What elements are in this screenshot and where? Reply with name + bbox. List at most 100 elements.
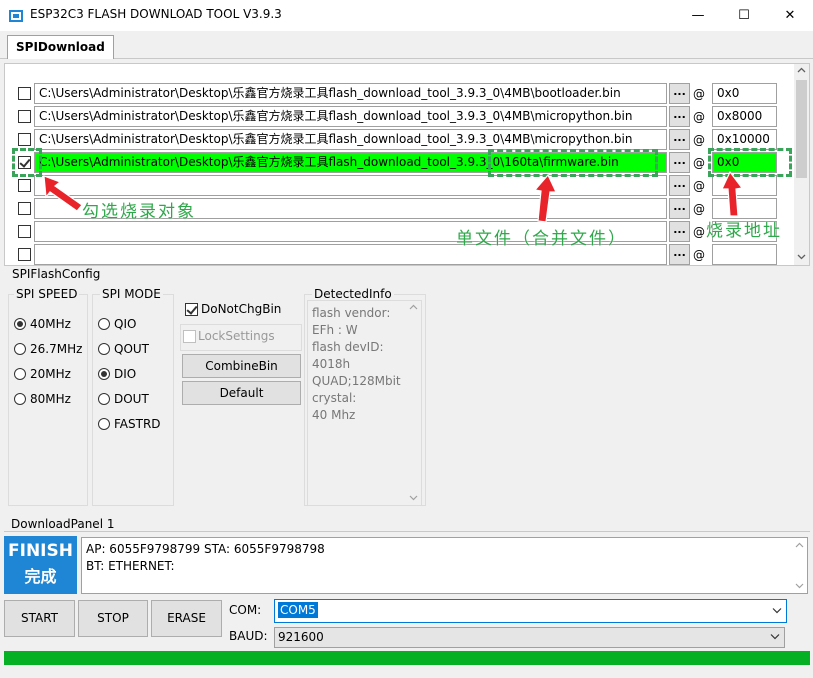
chevron-down-icon[interactable] — [772, 607, 782, 614]
mode-radio[interactable] — [98, 418, 110, 430]
speed-label: 20MHz — [30, 367, 71, 381]
speed-radio[interactable] — [14, 368, 26, 380]
window-title: ESP32C3 FLASH DOWNLOAD TOOL V3.9.3 — [30, 7, 282, 21]
do-not-chg-bin-label: DoNotChgBin — [201, 302, 282, 316]
speed-radio[interactable] — [14, 393, 26, 405]
maximize-icon: ☐ — [738, 8, 750, 23]
detected-line: flash devID: — [312, 340, 384, 354]
annotation-box-address — [708, 148, 792, 177]
detected-line: 40 Mhz — [312, 408, 356, 422]
close-button[interactable]: ✕ — [767, 0, 813, 31]
finish-status-en: FINISH — [8, 541, 73, 561]
log-scroll-down-icon[interactable] — [795, 582, 804, 589]
browse-button[interactable]: ... — [669, 244, 690, 265]
divider — [4, 531, 810, 532]
detected-line: crystal: — [312, 391, 357, 405]
annotation-select-target: 勾选烧录对象 — [82, 202, 196, 222]
mode-label: DOUT — [114, 392, 149, 406]
annotation-single-file: 单文件（合并文件） — [456, 229, 627, 249]
stop-button[interactable]: STOP — [78, 600, 148, 637]
spi-flash-config-title: SPIFlashConfig — [12, 267, 101, 281]
detected-line: EFh : W — [312, 323, 358, 337]
baud-value: 921600 — [278, 630, 324, 644]
mode-radio-selected[interactable] — [98, 368, 110, 380]
at-label: @ — [693, 179, 705, 193]
tab-spidownload[interactable]: SPIDownload — [7, 35, 114, 59]
chevron-down-icon[interactable] — [770, 633, 780, 640]
address-input[interactable] — [712, 175, 777, 196]
file-path-input[interactable] — [34, 175, 667, 196]
mode-label: QIO — [114, 317, 137, 331]
detected-line: 4018h — [312, 357, 351, 371]
at-label: @ — [693, 87, 705, 101]
browse-button[interactable]: ... — [669, 106, 690, 127]
speed-label: 26.7MHz — [30, 342, 83, 356]
speed-radio-selected[interactable] — [14, 318, 26, 330]
browse-button[interactable]: ... — [669, 152, 690, 173]
at-label: @ — [693, 225, 705, 239]
mode-radio[interactable] — [98, 318, 110, 330]
file-checkbox[interactable] — [18, 248, 31, 261]
do-not-chg-bin-checkbox[interactable] — [185, 303, 198, 316]
file-path-input[interactable]: C:\Users\Administrator\Desktop\乐鑫官方烧录工具f… — [34, 106, 667, 127]
com-value: COM5 — [278, 602, 318, 618]
scroll-down-icon[interactable] — [797, 252, 806, 261]
at-label: @ — [693, 110, 705, 124]
spi-mode-title: SPI MODE — [100, 287, 163, 301]
baud-label: BAUD: — [229, 629, 268, 643]
minimize-button[interactable]: — — [675, 0, 721, 31]
mode-label: QOUT — [114, 342, 150, 356]
browse-button[interactable]: ... — [669, 221, 690, 242]
annotation-box-filename — [488, 149, 658, 177]
browse-button[interactable]: ... — [669, 129, 690, 150]
detected-line: QUAD;128Mbit — [312, 374, 401, 388]
speed-radio[interactable] — [14, 343, 26, 355]
file-checkbox[interactable] — [18, 202, 31, 215]
combine-bin-button[interactable]: CombineBin — [182, 354, 301, 378]
scrollbar-thumb[interactable] — [796, 80, 807, 178]
file-checkbox[interactable] — [18, 133, 31, 146]
com-label: COM: — [229, 603, 262, 617]
close-icon: ✕ — [784, 8, 796, 23]
browse-button[interactable]: ... — [669, 175, 690, 196]
default-button[interactable]: Default — [182, 381, 301, 405]
file-checkbox[interactable] — [18, 110, 31, 123]
at-label: @ — [693, 202, 705, 216]
mode-radio[interactable] — [98, 343, 110, 355]
download-log: AP: 6055F9798799 STA: 6055F9798798 BT: E… — [81, 537, 808, 594]
browse-button[interactable]: ... — [669, 83, 690, 104]
address-input[interactable]: 0x8000 — [712, 106, 777, 127]
scroll-up-icon[interactable] — [797, 66, 806, 75]
address-input[interactable] — [712, 244, 777, 265]
file-checkbox[interactable] — [18, 225, 31, 238]
log-line: AP: 6055F9798799 STA: 6055F9798798 — [86, 542, 325, 556]
detected-scroll-up-icon[interactable] — [409, 304, 418, 311]
file-checkbox[interactable] — [18, 87, 31, 100]
log-scroll-up-icon[interactable] — [795, 542, 804, 549]
speed-label: 80MHz — [30, 392, 71, 406]
detected-line: flash vendor: — [312, 306, 391, 320]
download-panel-title: DownloadPanel 1 — [11, 517, 115, 531]
baud-select[interactable]: 921600 — [274, 627, 785, 648]
finish-status-badge: FINISH 完成 — [4, 536, 77, 594]
start-button[interactable]: START — [4, 600, 75, 637]
maximize-button[interactable]: ☐ — [721, 0, 767, 31]
mode-label: FASTRD — [114, 417, 161, 431]
erase-button[interactable]: ERASE — [151, 600, 222, 637]
detected-scroll-down-icon[interactable] — [409, 494, 418, 501]
minimize-icon: — — [691, 8, 705, 23]
mode-radio[interactable] — [98, 393, 110, 405]
file-path-input[interactable]: C:\Users\Administrator\Desktop\乐鑫官方烧录工具f… — [34, 129, 667, 150]
browse-button[interactable]: ... — [669, 198, 690, 219]
address-input[interactable]: 0x10000 — [712, 129, 777, 150]
com-select[interactable]: COM5 — [274, 599, 787, 623]
address-input[interactable]: 0x0 — [712, 83, 777, 104]
file-path-input[interactable]: C:\Users\Administrator\Desktop\乐鑫官方烧录工具f… — [34, 83, 667, 104]
mode-label: DIO — [114, 367, 137, 381]
tab-strip — [0, 31, 813, 59]
spi-speed-title: SPI SPEED — [14, 287, 80, 301]
lock-settings-frame — [180, 324, 302, 351]
annotation-box-checkbox — [12, 148, 42, 177]
file-checkbox[interactable] — [18, 179, 31, 192]
detected-info-text: flash vendor: EFh : W flash devID: 4018h… — [307, 300, 422, 506]
